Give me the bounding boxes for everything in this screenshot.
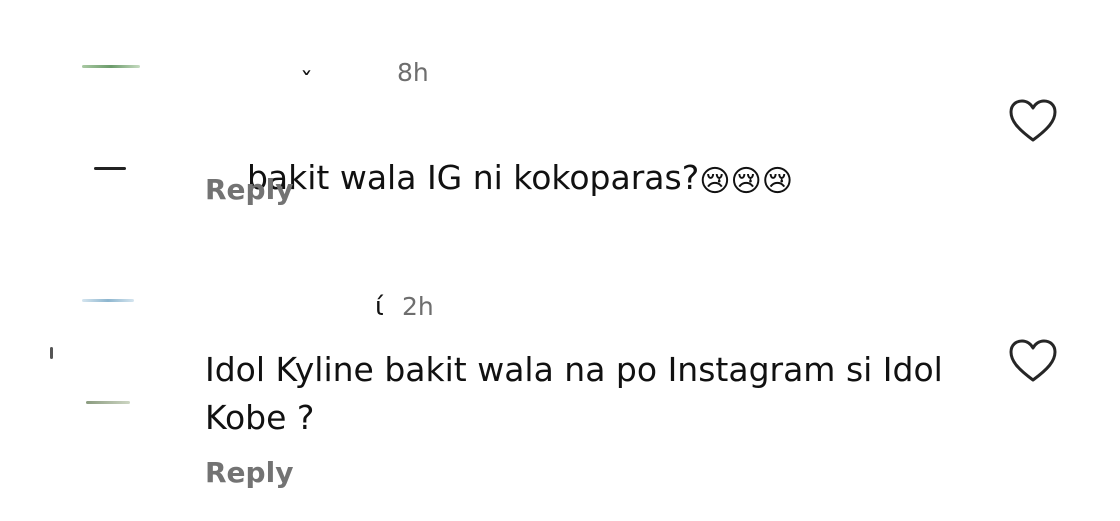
comment-body: bakit wala IG ni kokoparas? — [246, 158, 700, 197]
crying-face-emoji: 😢 — [699, 164, 731, 199]
username[interactable]: ί — [375, 292, 384, 322]
timestamp: 2h — [402, 292, 434, 321]
comment-item: ˇ 8h bakit wala IG ni kokoparas?😢😢😢 Repl… — [0, 0, 1120, 250]
crying-face-emoji: 😢 — [761, 164, 794, 199]
comment-text: Idol Kyline bakit wala na po Instagram s… — [205, 350, 943, 437]
like-button[interactable] — [1008, 98, 1058, 144]
reply-button[interactable]: Reply — [205, 173, 293, 206]
avatar[interactable] — [50, 295, 152, 415]
heart-outline-icon — [1009, 99, 1057, 142]
avatar[interactable] — [72, 55, 152, 175]
reply-button[interactable]: Reply — [205, 456, 293, 489]
username[interactable]: ˇ — [300, 68, 313, 98]
timestamp: 8h — [397, 58, 429, 87]
comment-item: ί 2h Idol Kyline bakit wala na po Instag… — [0, 270, 1120, 521]
comment-text: bakit wala IG ni kokoparas?😢😢😢 — [205, 106, 995, 250]
crying-face-emoji: 😢 — [730, 164, 762, 199]
like-button[interactable] — [1008, 338, 1058, 384]
heart-outline-icon — [1009, 339, 1057, 382]
